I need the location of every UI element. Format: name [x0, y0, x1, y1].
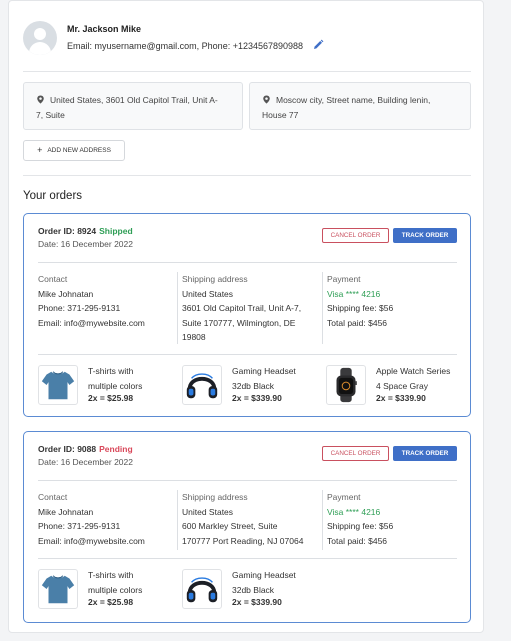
column-divider — [177, 272, 178, 344]
cancel-order-button[interactable]: CANCEL ORDER — [322, 446, 389, 461]
cancel-order-button[interactable]: CANCEL ORDER — [322, 228, 389, 243]
headset-icon — [182, 365, 222, 405]
total-paid: Total paid: $456 — [327, 317, 388, 328]
address-card-2[interactable]: Moscow city, Street name, Building lenin… — [249, 82, 471, 130]
contact-name: Mike Johnatan — [38, 288, 94, 299]
contact-label: Contact — [38, 492, 68, 502]
contact-phone: Phone: 371-295-9131 — [38, 303, 121, 314]
contact-name: Mike Johnatan — [38, 506, 94, 517]
contact-phone: Phone: 371-295-9131 — [38, 521, 121, 532]
item-price: 2x = $339.90 — [376, 393, 426, 403]
add-new-address-button[interactable]: + ADD NEW ADDRESS — [23, 140, 125, 161]
contact-info: Contact Mike Johnatan Phone: 371-295-913… — [38, 490, 145, 548]
payment-label: Payment — [327, 274, 361, 284]
item-price: 2x = $25.98 — [88, 393, 134, 403]
plus-icon: + — [37, 145, 43, 155]
divider — [38, 480, 457, 481]
address-line: United States, 3601 Old Capitol Trail, U… — [50, 95, 218, 105]
item-price: 2x = $25.98 — [88, 597, 134, 607]
order-card: Order ID: 9088 Pending Date: 16 December … — [23, 431, 471, 623]
order-item[interactable]: Apple Watch Series 4 Space Gray 2x = $339… — [326, 362, 466, 408]
watch-icon — [326, 365, 366, 405]
tshirt-icon — [38, 569, 78, 609]
payment-card: Visa **** 4216 — [327, 506, 381, 517]
order-date: Date: 16 December 2022 — [38, 239, 133, 249]
column-divider — [177, 490, 178, 550]
shipping-line: 600 Markley Street, Suite — [182, 521, 278, 532]
account-card: Mr. Jackson Mike Email: myusername@gmail… — [8, 0, 484, 633]
payment-info: Payment Visa **** 4216 Shipping fee: $56… — [327, 272, 393, 330]
divider — [23, 71, 471, 72]
address-line: House 77 — [262, 110, 299, 120]
shipping-line: United States — [182, 288, 234, 299]
column-divider — [322, 490, 323, 550]
add-address-label: ADD NEW ADDRESS — [47, 147, 111, 154]
track-order-button[interactable]: TRACK ORDER — [393, 446, 457, 461]
location-pin-icon — [263, 95, 270, 104]
divider — [38, 558, 457, 559]
order-item[interactable]: Gaming Headset 32db Black 2x = $339.90 — [182, 362, 322, 408]
avatar — [23, 21, 57, 55]
shipping-label: Shipping address — [182, 492, 248, 502]
item-price: 2x = $339.90 — [232, 393, 282, 403]
track-order-button[interactable]: TRACK ORDER — [393, 228, 457, 243]
order-date: Date: 16 December 2022 — [38, 457, 133, 467]
divider — [38, 354, 457, 355]
order-item[interactable]: T-shirts with multiple colors 2x = $25.98 — [38, 566, 178, 612]
item-price: 2x = $339.90 — [232, 597, 282, 607]
contact-email: Email: info@mywebsite.com — [38, 535, 145, 546]
address-line: 7, Suite — [36, 110, 65, 120]
shipping-line: United States — [182, 506, 234, 517]
shipping-line: 170777 Port Reading, NJ 07064 — [182, 535, 304, 546]
address-card-1[interactable]: United States, 3601 Old Capitol Trail, U… — [23, 82, 243, 130]
shipping-label: Shipping address — [182, 274, 248, 284]
shipping-fee: Shipping fee: $56 — [327, 521, 394, 532]
shipping-address: Shipping address United States 3601 Old … — [182, 272, 301, 345]
order-status: Pending — [99, 444, 133, 454]
order-item[interactable]: Gaming Headset 32db Black 2x = $339.90 — [182, 566, 322, 612]
location-pin-icon — [37, 95, 44, 104]
item-name: T-shirts with multiple colors — [88, 366, 143, 391]
order-status: Shipped — [99, 226, 133, 236]
item-name: T-shirts with multiple colors — [88, 570, 143, 595]
profile-header: Mr. Jackson Mike Email: myusername@gmail… — [23, 17, 471, 67]
tshirt-icon — [38, 365, 78, 405]
pencil-icon[interactable] — [312, 39, 324, 51]
shipping-fee: Shipping fee: $56 — [327, 303, 394, 314]
payment-card: Visa **** 4216 — [327, 288, 381, 299]
shipping-line: Suite 170777, Wilmington, DE — [182, 317, 296, 328]
payment-info: Payment Visa **** 4216 Shipping fee: $56… — [327, 490, 393, 548]
divider — [23, 175, 471, 176]
headset-icon — [182, 569, 222, 609]
shipping-line: 3601 Old Capitol Trail, Unit A-7, — [182, 303, 302, 314]
order-id: Order ID: 8924 Shipped — [38, 226, 133, 236]
contact-email: Email: info@mywebsite.com — [38, 317, 145, 328]
profile-contact-info: Email: myusername@gmail.com, Phone: +123… — [67, 41, 304, 51]
total-paid: Total paid: $456 — [327, 535, 388, 546]
item-name: Gaming Headset 32db Black — [232, 366, 296, 391]
profile-name: Mr. Jackson Mike — [67, 24, 142, 34]
payment-label: Payment — [327, 492, 361, 502]
orders-heading: Your orders — [23, 190, 83, 202]
order-item[interactable]: T-shirts with multiple colors 2x = $25.98 — [38, 362, 178, 408]
divider — [38, 262, 457, 263]
item-name: Gaming Headset 32db Black — [232, 570, 296, 595]
shipping-line: 19808 — [182, 332, 206, 343]
contact-info: Contact Mike Johnatan Phone: 371-295-913… — [38, 272, 145, 330]
column-divider — [322, 272, 323, 344]
order-card: Order ID: 8924 Shipped Date: 16 December … — [23, 213, 471, 417]
item-name: Apple Watch Series 4 Space Gray — [376, 366, 451, 391]
contact-label: Contact — [38, 274, 68, 284]
shipping-address: Shipping address United States 600 Markl… — [182, 490, 303, 548]
address-line: Moscow city, Street name, Building lenin… — [276, 95, 431, 105]
order-id: Order ID: 9088 Pending — [38, 444, 133, 454]
